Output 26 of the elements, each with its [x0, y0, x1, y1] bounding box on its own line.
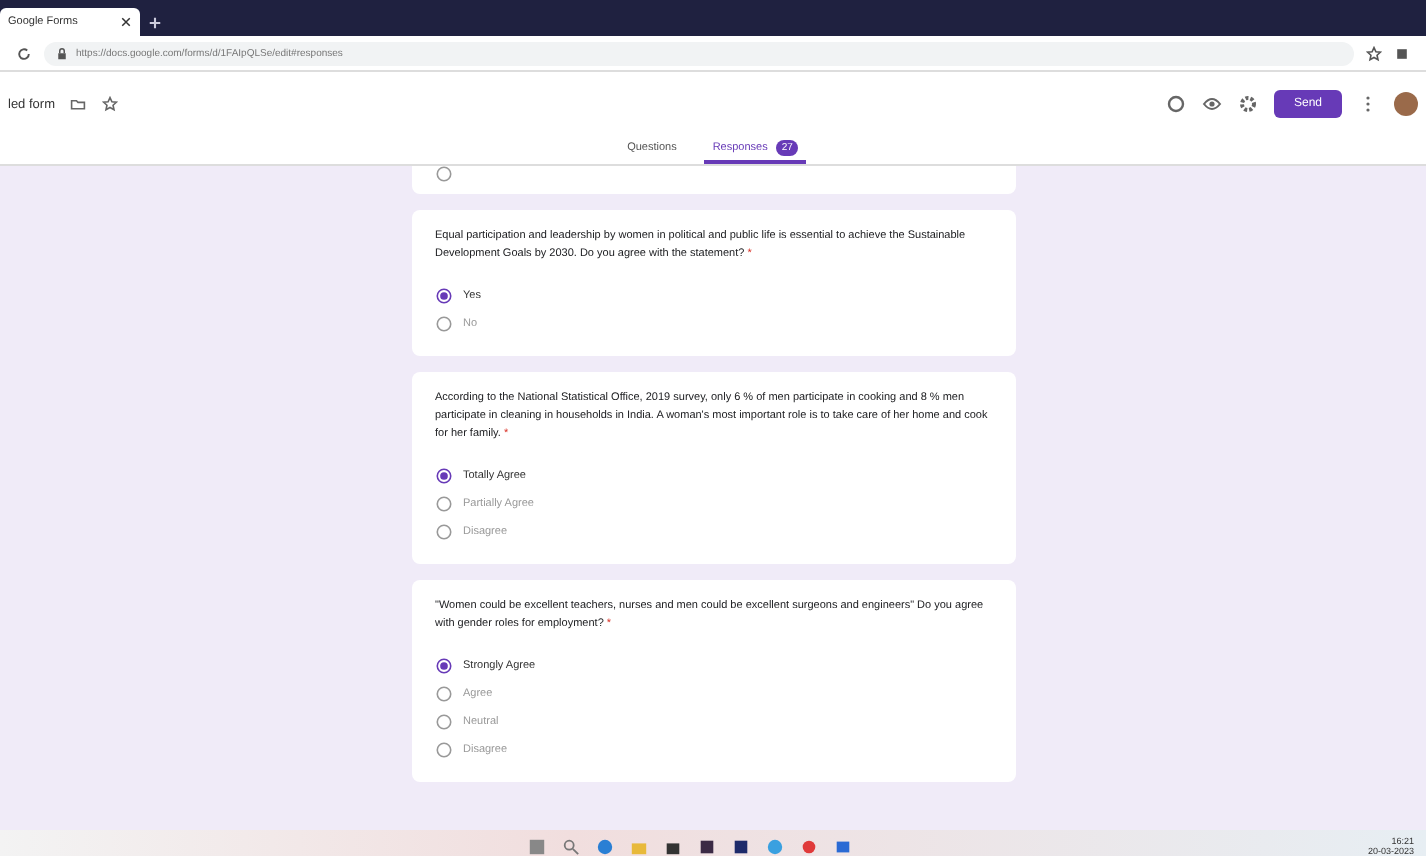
radio-button[interactable]: [435, 686, 451, 702]
palette-icon[interactable]: [1165, 94, 1186, 114]
radio-button[interactable]: [435, 742, 451, 758]
radio-button[interactable]: [435, 658, 451, 674]
radio-button[interactable]: [435, 524, 451, 540]
folder-icon[interactable]: [70, 96, 87, 112]
star-icon[interactable]: [1366, 45, 1382, 61]
extensions-icon[interactable]: [1394, 45, 1410, 61]
star-icon[interactable]: [102, 96, 119, 112]
windows-icon[interactable]: [527, 837, 546, 855]
close-icon[interactable]: [120, 16, 132, 28]
browser-icon[interactable]: [595, 837, 614, 855]
radio-button[interactable]: [435, 288, 451, 304]
bag-icon[interactable]: [663, 837, 682, 855]
eye-icon[interactable]: [1201, 94, 1222, 114]
radio-button[interactable]: [435, 166, 451, 182]
settings-icon[interactable]: [1237, 94, 1258, 114]
reload-icon[interactable]: [16, 45, 32, 61]
radio-button[interactable]: [435, 468, 451, 484]
search-icon[interactable]: [561, 837, 580, 855]
lock-icon: [56, 47, 68, 59]
radio-button[interactable]: [435, 316, 451, 332]
avatar[interactable]: [1394, 92, 1418, 116]
radio-button[interactable]: [435, 714, 451, 730]
new-tab-icon[interactable]: [148, 16, 162, 30]
radio-button[interactable]: [435, 496, 451, 512]
